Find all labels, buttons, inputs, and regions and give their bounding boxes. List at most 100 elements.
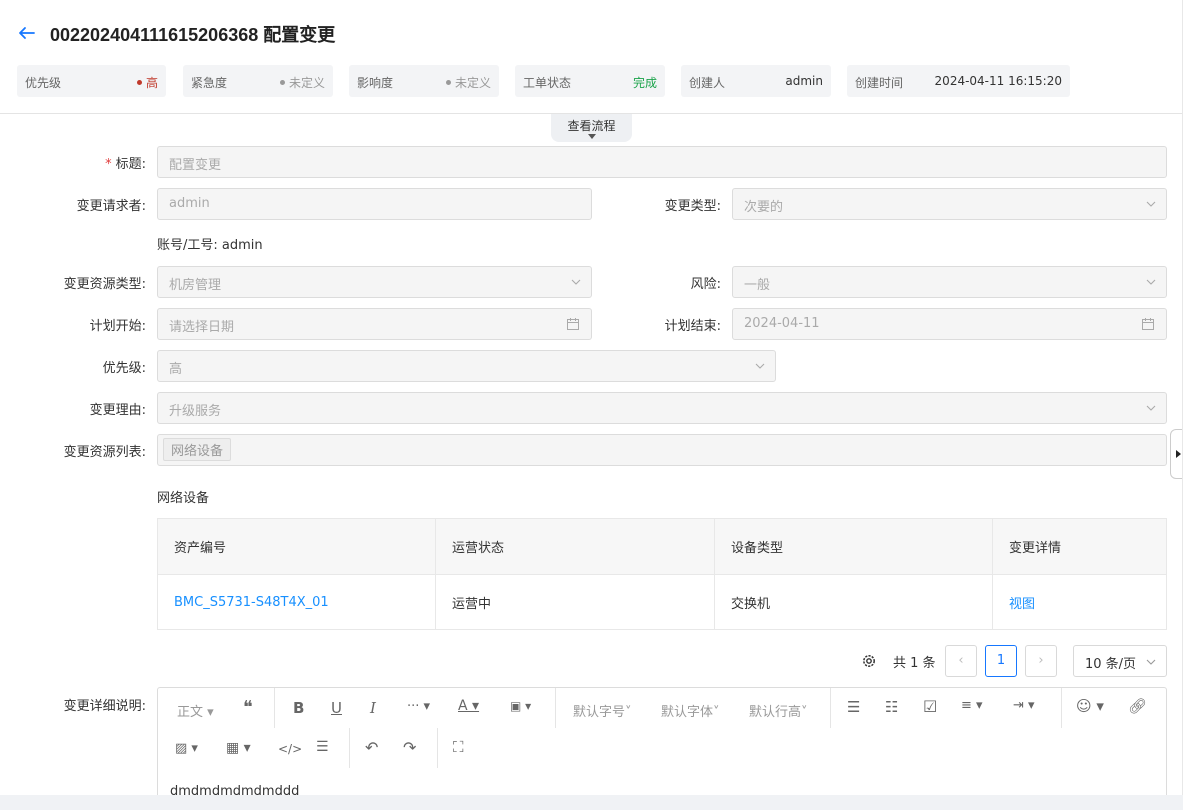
calendar-icon [567,318,579,330]
bullet-list-icon[interactable]: ☰ [847,698,860,716]
table-header-row: 资产编号 运营状态 设备类型 变更详情 [158,519,1166,574]
align-icon[interactable]: ≡ ▾ [961,698,983,713]
risk-label: 风险: [690,277,721,292]
chip-value: 高 [136,74,158,91]
title-field[interactable]: 配置变更 [157,146,1167,178]
prev-page-button[interactable]: ‹ [945,645,977,677]
table-cell: 运营中 [436,575,715,629]
reason-select[interactable]: 升级服务 [157,392,1167,424]
chip-label: 创建时间 [855,76,904,90]
requester-value: admin [169,196,210,211]
plan-end-label: 计划结束: [664,319,721,334]
chip-impact: 影响度 未定义 [349,65,499,97]
reason-value: 升级服务 [169,404,222,419]
risk-select[interactable]: 一般 [732,266,1167,298]
page-1-button[interactable]: 1 [985,645,1017,677]
account-text: 账号/工号: admin [157,238,263,253]
divider [274,688,275,728]
image-icon[interactable]: ▨ ▾ [175,741,198,756]
page-size-select[interactable]: 10 条/页 [1073,645,1167,677]
more-format-icon[interactable]: ··· ▾ [407,699,430,714]
indent-icon[interactable]: ⇥ ▾ [1013,698,1035,713]
pagination-total: 共 1 条 [893,656,936,671]
priority-value: 高 [169,362,183,377]
fullscreen-icon[interactable]: ⛶ [453,738,464,756]
todo-checkbox-icon[interactable]: ☑ [923,697,937,716]
code-icon[interactable]: </> [278,742,302,756]
back-arrow-icon[interactable] [16,22,38,44]
chip-label: 紧急度 [191,76,228,90]
undo-icon[interactable]: ↶ [365,738,378,757]
column-header: 变更详情 [1009,541,1062,556]
settings-gear-icon[interactable] [861,653,877,669]
italic-icon[interactable]: I [370,699,376,717]
chip-urgency: 紧急度 未定义 [183,65,333,97]
chevron-down-icon [571,279,581,285]
chip-value: 未定义 [445,74,491,91]
priority-select[interactable]: 高 [157,350,776,382]
table-icon[interactable]: ▦ ▾ [226,740,251,756]
plan-start-placeholder: 请选择日期 [169,320,235,335]
divider [437,728,438,768]
font-color-icon[interactable]: A ▾ [458,698,479,714]
chip-value-text: 未定义 [454,76,491,90]
table-cell: 交换机 [715,575,993,629]
line-height-label: 默认行高 [749,705,802,720]
side-panel-toggle[interactable] [1170,429,1182,479]
quote-icon[interactable]: ❝ [243,697,253,718]
paragraph-dropdown[interactable]: 正文 ▾ [177,701,214,720]
emoji-icon[interactable]: ☺ ▾ [1076,697,1104,715]
divider [349,728,350,768]
background-color-icon[interactable]: ▣ ▾ [510,699,531,713]
chevron-down-icon [1146,659,1156,665]
chevron-down-icon [1146,279,1156,285]
detail-label: 变更详细说明: [63,699,146,714]
status-dot-icon [279,80,285,85]
next-page-button[interactable]: › [1025,645,1057,677]
chip-value: 2024-04-11 16:15:20 [934,74,1062,88]
chevron-down-icon [1146,405,1156,411]
view-detail-link[interactable]: 视图 [993,575,1166,629]
chevron-down-icon [755,363,765,369]
section-title: 网络设备 [157,491,210,506]
font-family-dropdown[interactable]: 默认字体˅ [661,701,720,720]
divider-line-icon[interactable]: ☰ [316,739,329,755]
resource-list-field[interactable]: 网络设备 [157,434,1167,466]
chip-created-time: 创建时间 2024-04-11 16:15:20 [847,65,1070,97]
bold-icon[interactable]: B [293,699,304,717]
line-height-dropdown[interactable]: 默认行高˅ [749,701,808,720]
rich-text-editor[interactable]: 正文 ▾ ❝ B U I ··· ▾ A ▾ ▣ ▾ 默认字号˅ 默认字体˅ 默… [157,687,1167,795]
page: 00220240411161520636​8 配置变更 优先级 高 紧急度 未定… [0,0,1183,795]
asset-id-link[interactable]: BMC_S5731-S48T4X_01 [158,575,436,629]
numbered-list-icon[interactable]: ☷ [885,698,898,716]
chip-value: 未定义 [279,74,325,91]
title-label-text: 标题: [115,157,146,172]
editor-content[interactable]: dmdmdmdmdmddd [170,784,299,795]
view-flow-button[interactable]: 查看流程 [551,114,632,142]
font-size-dropdown[interactable]: 默认字号˅ [573,701,632,720]
change-type-value: 次要的 [744,200,784,215]
plan-end-datepicker[interactable]: 2024-04-11 [732,308,1167,340]
requester-field[interactable]: admin [157,188,592,220]
divider [555,688,556,728]
font-size-label: 默认字号 [573,705,626,720]
chip-label: 优先级 [25,76,62,90]
status-dot-icon [445,80,451,85]
page-size-value: 10 条/页 [1085,657,1137,672]
plan-start-datepicker[interactable]: 请选择日期 [157,308,592,340]
change-type-select[interactable]: 次要的 [732,188,1167,220]
change-type-label: 变更类型: [664,199,721,214]
chip-status: 工单状态 完成 [515,65,665,97]
column-header: 资产编号 [158,519,436,574]
column-header: 设备类型 [715,519,993,574]
resource-type-select[interactable]: 机房管理 [157,266,592,298]
divider [1061,688,1062,728]
chip-value: 完成 [632,76,657,90]
chip-label: 创建人 [689,76,726,90]
title-label: * 标题: [60,153,146,172]
link-icon[interactable]: 🔗︎ [1128,697,1147,715]
underline-icon[interactable]: U [331,699,342,717]
resource-table: 资产编号 运营状态 设备类型 变更详情 BMC_S5731-S48T4X_01 … [157,518,1167,630]
redo-icon[interactable]: ↷ [403,738,416,757]
chip-value-text: 未定义 [288,76,325,90]
